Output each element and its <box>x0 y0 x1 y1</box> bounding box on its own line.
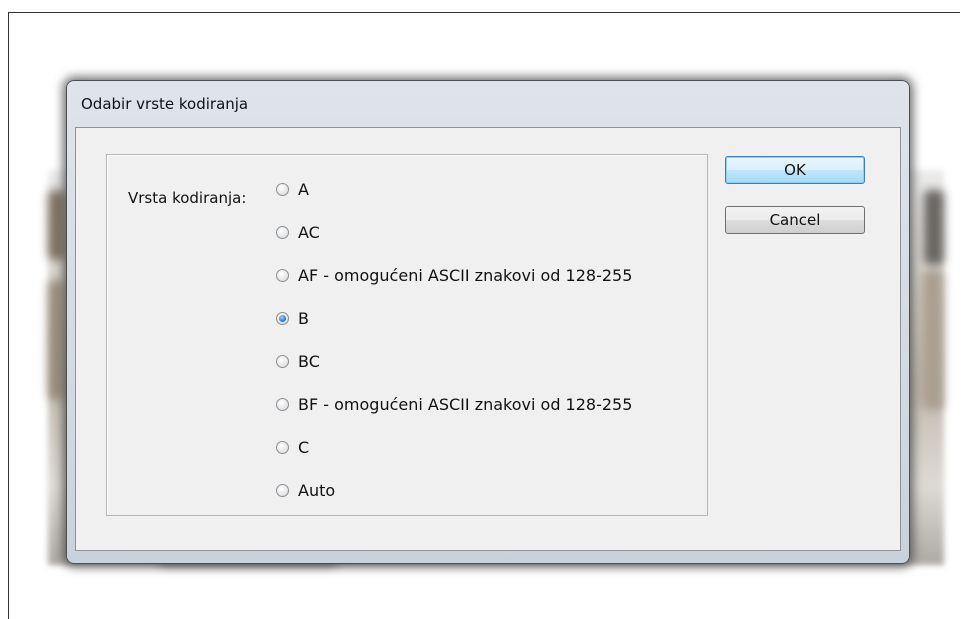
radio-option-label: BF - omogućeni ASCII znakovi od 128-255 <box>298 394 633 414</box>
encoding-type-label: Vrsta kodiranja: <box>128 189 247 207</box>
radio-option-label: C <box>298 437 310 457</box>
encoding-group-box <box>106 154 708 516</box>
radio-option-af[interactable]: AF - omogućeni ASCII znakovi od 128-255 <box>276 262 632 288</box>
radio-option-a[interactable]: A <box>276 176 309 202</box>
radio-button-icon[interactable] <box>276 354 289 368</box>
radio-button-icon[interactable] <box>276 268 289 282</box>
encoding-dialog: Odabir vrste kodiranja Vrsta kodiranja: … <box>66 80 910 564</box>
cancel-button[interactable]: Cancel <box>725 206 865 234</box>
radio-option-auto[interactable]: Auto <box>276 477 335 503</box>
page-frame-left-line <box>8 12 9 619</box>
dialog-client-area: Vrsta kodiranja: A AC AF - omogućeni ASC… <box>75 127 901 551</box>
radio-button-icon[interactable] <box>276 182 289 196</box>
radio-button-icon[interactable] <box>276 225 289 239</box>
radio-option-c[interactable]: C <box>276 434 309 460</box>
radio-option-label: A <box>298 179 309 199</box>
radio-option-bf[interactable]: BF - omogućeni ASCII znakovi od 128-255 <box>276 391 632 417</box>
ok-button[interactable]: OK <box>725 156 865 184</box>
radio-option-ac[interactable]: AC <box>276 219 320 245</box>
radio-option-label: Auto <box>298 480 336 500</box>
radio-option-b[interactable]: B <box>276 305 309 331</box>
radio-option-label: AF - omogućeni ASCII znakovi od 128-255 <box>298 265 633 285</box>
dialog-title: Odabir vrste kodiranja <box>81 95 249 113</box>
page-frame-top-line <box>8 12 960 13</box>
background-fragment-left-middle <box>48 280 64 400</box>
radio-option-label: B <box>298 308 309 328</box>
background-fragment-right-middle <box>922 270 944 410</box>
radio-option-label: AC <box>298 222 320 242</box>
background-fragment-right <box>924 190 944 265</box>
radio-button-icon[interactable] <box>276 440 289 454</box>
radio-button-icon[interactable] <box>276 397 289 411</box>
radio-option-label: BC <box>298 351 320 371</box>
background-fragment-left <box>48 190 66 260</box>
radio-option-bc[interactable]: BC <box>276 348 320 374</box>
radio-button-checked-icon[interactable] <box>276 311 289 325</box>
radio-button-icon[interactable] <box>276 483 289 497</box>
